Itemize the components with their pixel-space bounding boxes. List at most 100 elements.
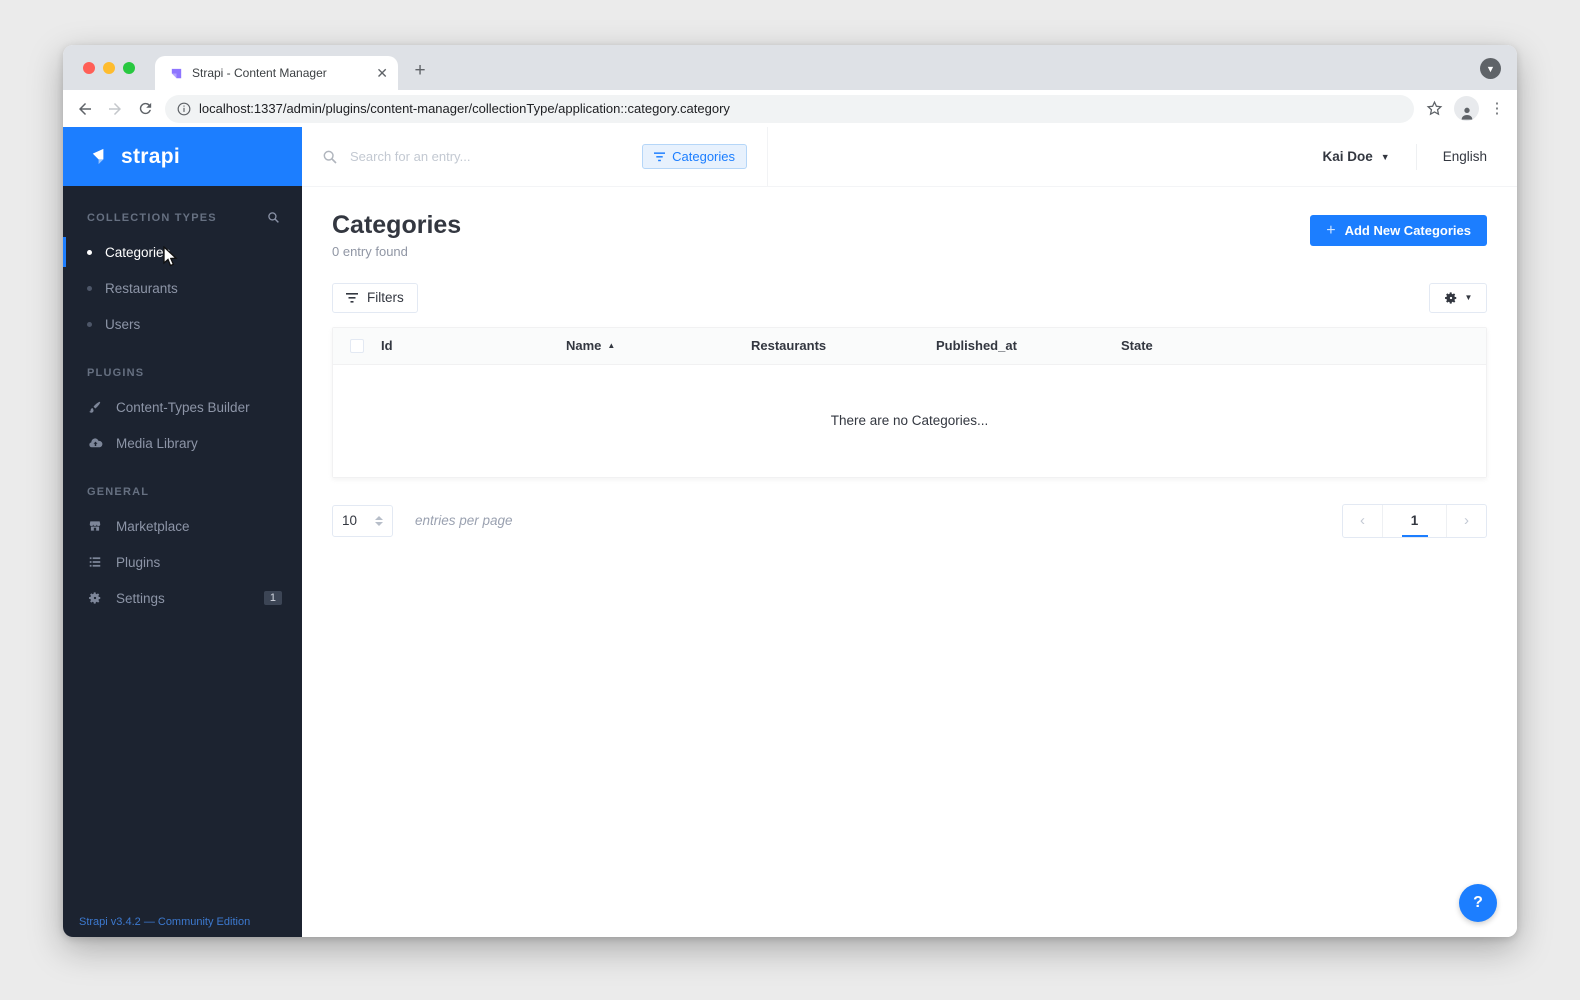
filter-chip-categories[interactable]: Categories <box>642 144 747 169</box>
general-section-title: GENERAL <box>87 486 150 498</box>
topbar-right: Kai Doe ▼ English <box>1323 127 1517 186</box>
entries-per-page-select[interactable]: 10 <box>332 504 393 537</box>
bullet-icon <box>87 321 92 327</box>
chevron-down-icon: ▼ <box>1380 151 1390 162</box>
tab-close-icon[interactable]: ✕ <box>376 66 388 80</box>
categories-table: Id Name ▲ Restaurants Published_at State… <box>332 326 1487 478</box>
sidebar-item-settings[interactable]: Settings 1 <box>63 580 302 616</box>
per-page-value: 10 <box>342 513 358 528</box>
page-number[interactable]: 1 <box>1383 505 1446 537</box>
page-header: Categories 0 entry found + Add New Categ… <box>332 211 1487 259</box>
app-topbar: Categories Kai Doe ▼ English <box>302 127 1517 187</box>
strapi-favicon <box>171 68 182 78</box>
sidebar-item-label: Settings <box>116 590 165 606</box>
column-header-name[interactable]: Name ▲ <box>566 338 751 353</box>
filters-button[interactable]: Filters <box>332 282 418 313</box>
list-footer: 10 entries per page ‹ 1 › <box>332 503 1487 538</box>
new-tab-button[interactable]: + <box>406 57 434 85</box>
forward-button[interactable] <box>105 99 125 119</box>
sidebar-item-marketplace[interactable]: Marketplace <box>63 508 302 544</box>
window-controls[interactable] <box>83 62 135 74</box>
column-header-id[interactable]: Id <box>381 338 566 353</box>
empty-state-message: There are no Categories... <box>333 364 1486 477</box>
browser-profile-avatar[interactable] <box>1454 96 1479 121</box>
paintbrush-icon <box>87 400 103 414</box>
view-settings-button[interactable]: ▼ <box>1429 282 1487 313</box>
reload-button[interactable] <box>135 99 155 119</box>
strapi-logo-text: strapi <box>121 144 180 168</box>
previous-page-button[interactable]: ‹ <box>1343 505 1382 537</box>
content: Categories 0 entry found + Add New Categ… <box>302 187 1517 937</box>
filter-icon <box>654 151 666 161</box>
user-menu[interactable]: Kai Doe ▼ <box>1323 149 1390 164</box>
plus-icon: + <box>1326 221 1336 239</box>
sidebar-item-label: Restaurants <box>105 280 178 296</box>
filter-chip-label: Categories <box>672 149 735 164</box>
search-icon <box>323 150 337 164</box>
plugins-section: PLUGINS Content-Types Builder Media Libr… <box>63 367 302 461</box>
next-page-button[interactable]: › <box>1447 505 1486 537</box>
general-section: GENERAL Marketplace Plugins Settings 1 <box>63 486 302 616</box>
page-title: Categories <box>332 211 462 239</box>
browser-window: Strapi - Content Manager ✕ + ▼ localhost… <box>63 45 1517 937</box>
bookmark-star-icon[interactable] <box>1424 99 1444 119</box>
search-icon[interactable] <box>267 211 280 224</box>
entry-count: 0 entry found <box>332 243 408 259</box>
sidebar-item-categories[interactable]: Categories <box>63 234 302 270</box>
sidebar-item-plugins[interactable]: Plugins <box>63 544 302 580</box>
sidebar-item-label: Users <box>105 316 141 332</box>
filter-icon <box>346 292 358 303</box>
tab-title: Strapi - Content Manager <box>192 66 327 80</box>
gear-icon <box>87 591 103 605</box>
address-bar[interactable]: localhost:1337/admin/plugins/content-man… <box>165 94 1414 123</box>
browser-toolbar: localhost:1337/admin/plugins/content-man… <box>63 90 1517 127</box>
sidebar: strapi COLLECTION TYPES Categories Resta… <box>63 127 302 937</box>
bullet-icon <box>87 249 92 255</box>
sidebar-item-label: Media Library <box>116 435 198 451</box>
divider <box>1415 143 1417 170</box>
settings-badge: 1 <box>263 591 282 605</box>
list-icon <box>87 555 103 569</box>
sidebar-item-label: Plugins <box>116 554 161 570</box>
bullet-icon <box>87 285 92 291</box>
main-area: Categories Kai Doe ▼ English Categories <box>302 127 1517 937</box>
sidebar-item-restaurants[interactable]: Restaurants <box>63 270 302 306</box>
maximize-window-button[interactable] <box>123 62 135 74</box>
tab-search-button[interactable]: ▼ <box>1480 58 1501 79</box>
sidebar-item-label: Marketplace <box>116 518 190 534</box>
minimize-window-button[interactable] <box>103 62 115 74</box>
sidebar-item-label: Content-Types Builder <box>116 399 250 415</box>
close-window-button[interactable] <box>83 62 95 74</box>
sidebar-item-content-types-builder[interactable]: Content-Types Builder <box>63 389 302 425</box>
browser-menu-icon[interactable]: ⋮ <box>1489 101 1505 116</box>
gear-icon <box>1444 291 1456 304</box>
sidebar-item-media-library[interactable]: Media Library <box>63 425 302 461</box>
sidebar-item-users[interactable]: Users <box>63 306 302 342</box>
chevron-down-icon: ▼ <box>1464 293 1473 302</box>
browser-tabstrip: Strapi - Content Manager ✕ + ▼ <box>63 45 1517 90</box>
site-info-icon[interactable] <box>177 102 191 116</box>
stepper-icon <box>375 515 383 526</box>
pagination: ‹ 1 › <box>1342 503 1487 538</box>
sidebar-version-footer[interactable]: Strapi v3.4.2 — Community Edition <box>79 916 250 928</box>
language-selector[interactable]: English <box>1443 149 1487 164</box>
search-input[interactable] <box>350 149 631 164</box>
back-button[interactable] <box>75 99 95 119</box>
column-header-restaurants[interactable]: Restaurants <box>751 338 936 353</box>
collection-types-section: COLLECTION TYPES Categories Restaurants <box>63 211 302 342</box>
select-all-checkbox[interactable] <box>350 338 364 353</box>
add-new-categories-button[interactable]: + Add New Categories <box>1310 215 1487 246</box>
user-name: Kai Doe <box>1322 149 1373 164</box>
strapi-logo[interactable]: strapi <box>63 127 302 186</box>
help-button[interactable]: ? <box>1459 884 1497 922</box>
browser-tab[interactable]: Strapi - Content Manager ✕ <box>155 56 398 90</box>
column-header-state[interactable]: State <box>1121 338 1306 353</box>
collection-types-title: COLLECTION TYPES <box>87 211 217 224</box>
column-header-published-at[interactable]: Published_at <box>936 338 1121 353</box>
plugins-section-title: PLUGINS <box>87 367 145 379</box>
strapi-logo-icon <box>92 148 104 165</box>
cloud-upload-icon <box>87 436 103 451</box>
list-toolbar: Filters ▼ <box>332 282 1487 313</box>
sidebar-item-label: Categories <box>105 244 171 260</box>
search-zone: Categories <box>302 127 768 186</box>
